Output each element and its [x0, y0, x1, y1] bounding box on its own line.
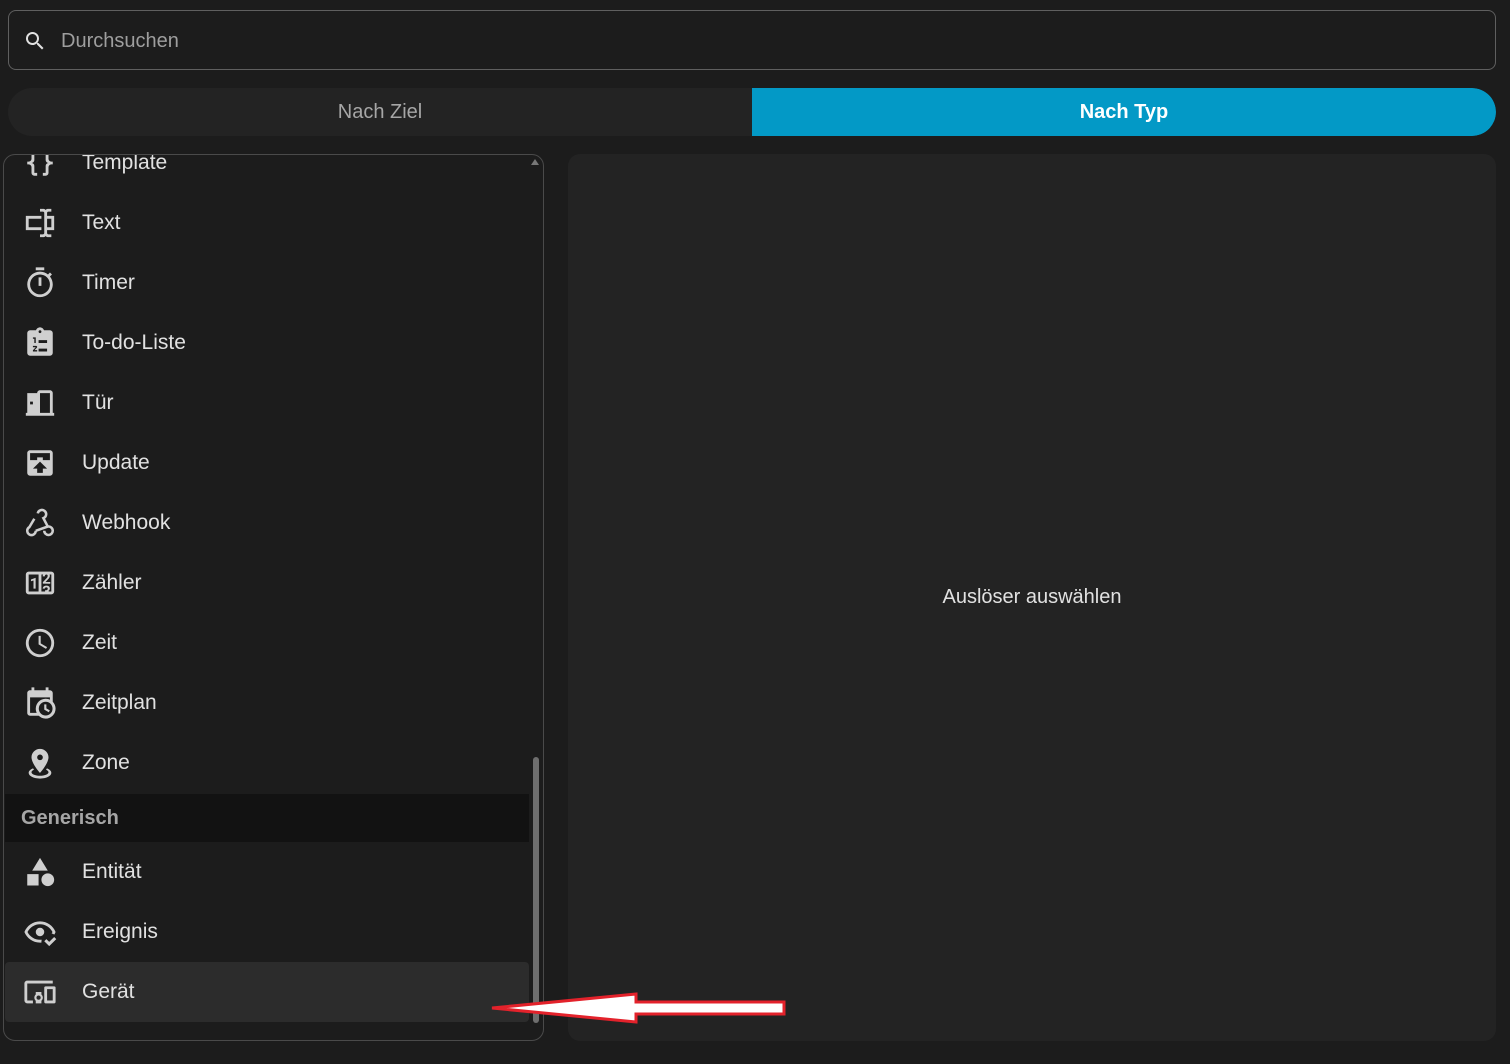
- list-item-label: Tür: [82, 391, 114, 414]
- door-open-icon: [23, 386, 57, 420]
- list-item-template[interactable]: Template: [5, 154, 529, 193]
- view-mode-toggle: Nach Ziel Nach Typ: [8, 88, 1496, 136]
- list-item-label: Update: [82, 451, 150, 474]
- list-item-label: Zähler: [82, 571, 142, 594]
- webhook-icon: [23, 506, 57, 540]
- trigger-detail-panel: Auslöser auswählen: [568, 154, 1496, 1041]
- list-item-counter[interactable]: Zähler: [5, 553, 529, 613]
- list-item-door[interactable]: Tür: [5, 373, 529, 433]
- list-item-label: Entität: [82, 860, 142, 883]
- search-icon: [26, 32, 44, 50]
- eye-check-icon: [23, 915, 57, 949]
- list-item-label: Zeitplan: [82, 691, 157, 714]
- list-item-webhook[interactable]: Webhook: [5, 493, 529, 553]
- list-item-label: To-do-Liste: [82, 331, 186, 354]
- list-item-entity[interactable]: Entität: [5, 842, 529, 902]
- toggle-by-target[interactable]: Nach Ziel: [8, 88, 752, 136]
- search-input[interactable]: [61, 21, 1461, 61]
- calendar-clock-icon: [23, 686, 57, 720]
- package-up-icon: [23, 446, 57, 480]
- map-marker-radius-icon: [23, 746, 57, 780]
- scroll-up-arrow-icon[interactable]: [531, 159, 539, 165]
- list-item-todo[interactable]: To-do-Liste: [5, 313, 529, 373]
- shape-icon: [23, 855, 57, 889]
- counter-icon: [23, 566, 57, 600]
- trigger-type-list[interactable]: Template Text Timer To-do-Liste Tür Upda…: [3, 154, 544, 1041]
- list-item-label: Zone: [82, 751, 130, 774]
- select-trigger-hint: Auslöser auswählen: [942, 586, 1122, 608]
- timer-outline-icon: [23, 266, 57, 300]
- list-item-label: Gerät: [82, 980, 135, 1003]
- search-field[interactable]: [8, 10, 1496, 70]
- list-item-timer[interactable]: Timer: [5, 253, 529, 313]
- annotation-arrow-icon: [491, 992, 786, 1024]
- section-header-generic: Generisch: [5, 794, 529, 842]
- list-item-event[interactable]: Ereignis: [5, 902, 529, 962]
- list-item-schedule[interactable]: Zeitplan: [5, 673, 529, 733]
- list-item-update[interactable]: Update: [5, 433, 529, 493]
- code-braces-icon: [23, 155, 57, 180]
- list-item-zone[interactable]: Zone: [5, 733, 529, 793]
- clipboard-list-icon: [23, 326, 57, 360]
- list-item-label: Template: [82, 154, 168, 174]
- toggle-by-type[interactable]: Nach Typ: [752, 88, 1496, 136]
- form-textbox-icon: [23, 206, 57, 240]
- clock-outline-icon: [23, 626, 57, 660]
- devices-icon: [23, 975, 57, 1009]
- trigger-picker-dialog: Nach Ziel Nach Typ Template Text Timer: [0, 0, 1510, 1064]
- list-item-label: Ereignis: [82, 920, 158, 943]
- list-item-time[interactable]: Zeit: [5, 613, 529, 673]
- list-item-text[interactable]: Text: [5, 193, 529, 253]
- list-scrollbar[interactable]: [533, 757, 539, 1023]
- list-item-device[interactable]: Gerät: [5, 962, 529, 1022]
- list-item-label: Timer: [82, 271, 135, 294]
- list-item-label: Webhook: [82, 511, 171, 534]
- list-item-label: Text: [82, 211, 121, 234]
- list-item-label: Zeit: [82, 631, 118, 654]
